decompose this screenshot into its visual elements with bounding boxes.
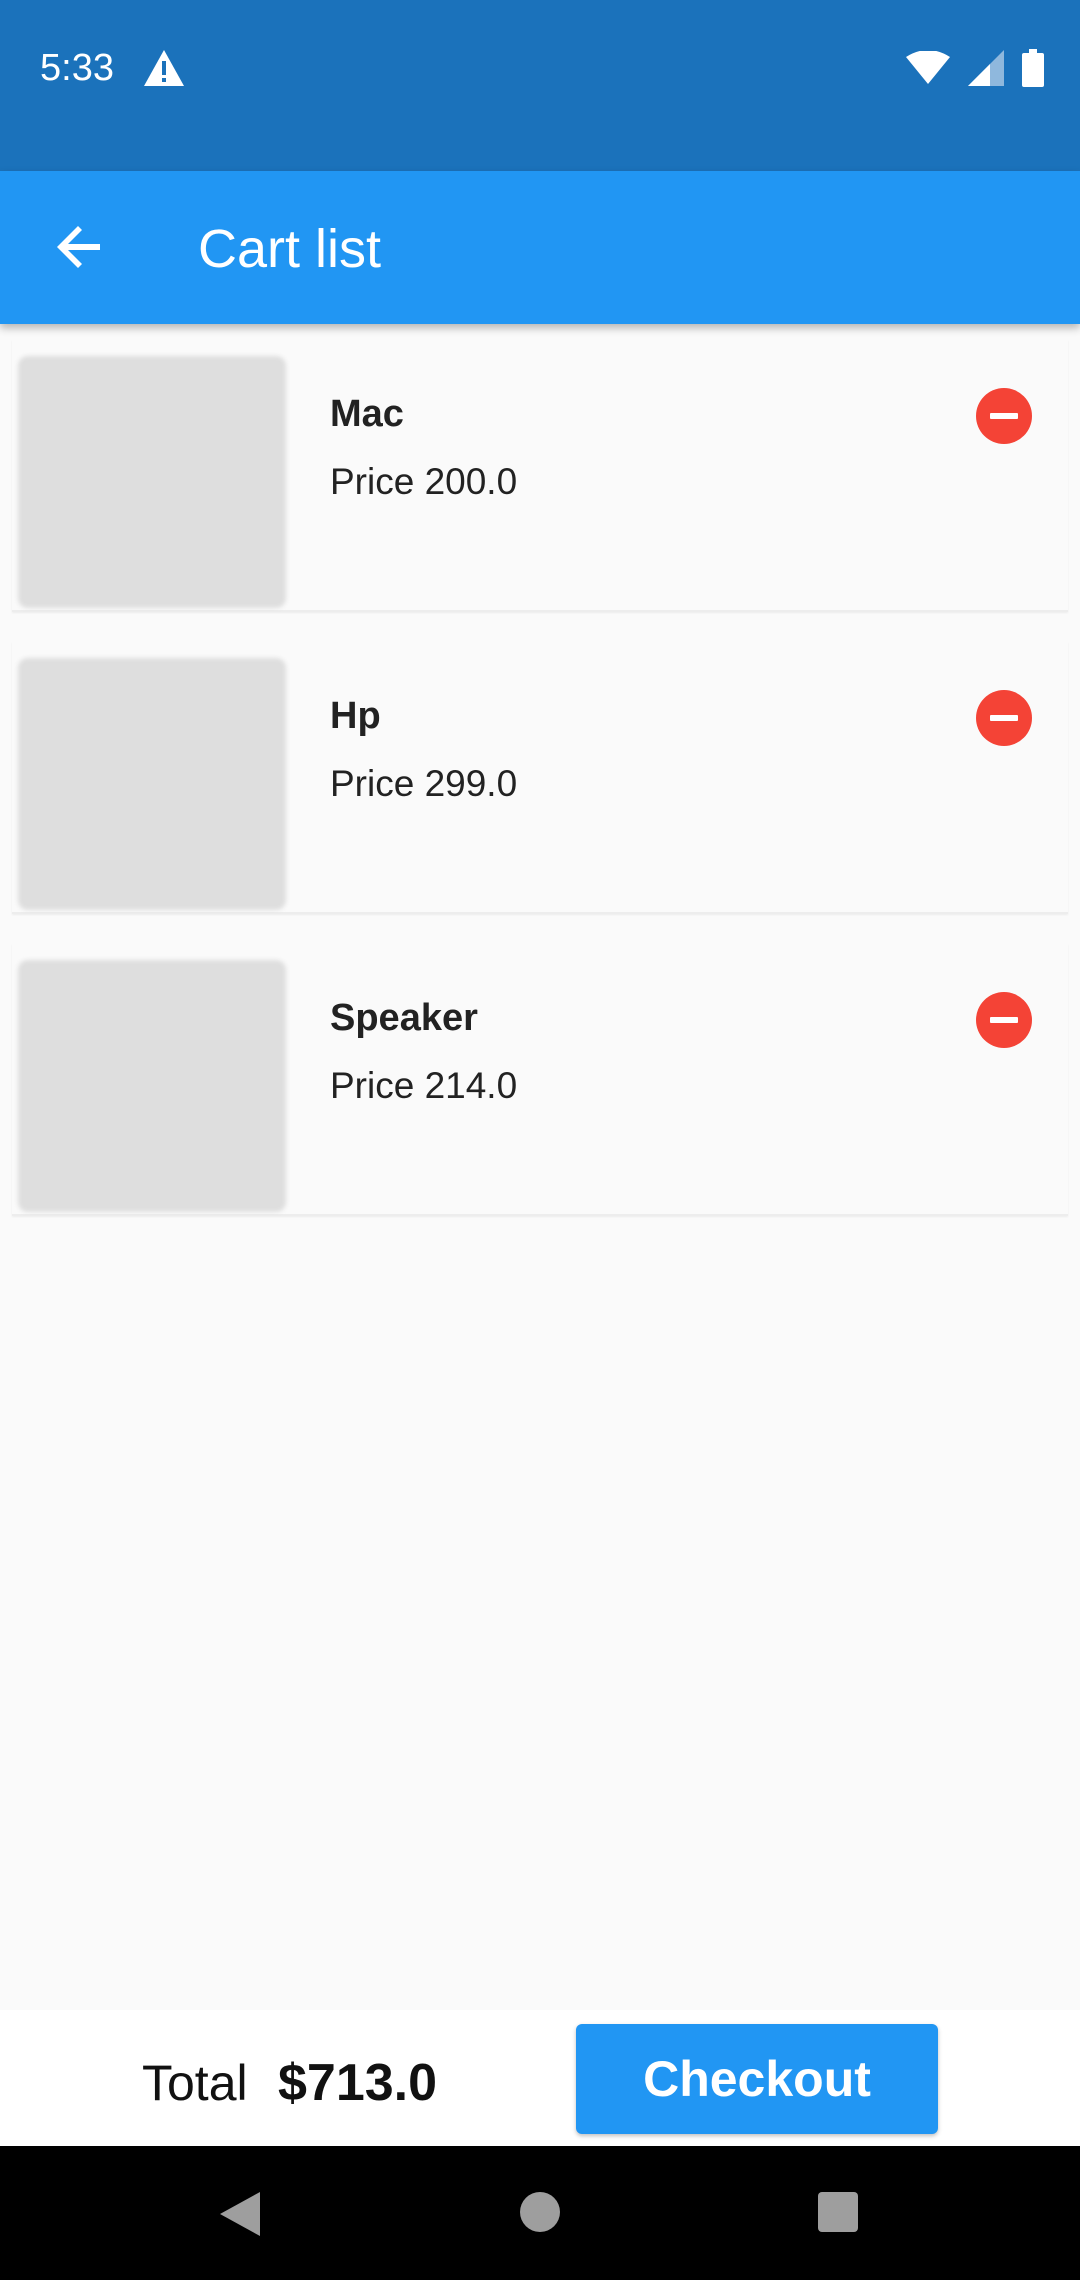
remove-item-button[interactable]: [976, 388, 1032, 444]
cart-item: Speaker Price 214.0: [12, 944, 1068, 1216]
nav-home-icon[interactable]: [520, 2192, 560, 2232]
item-price: Price 200.0: [330, 461, 518, 502]
product-image: [18, 658, 286, 910]
nav-back-icon[interactable]: [218, 2190, 262, 2238]
arrow-back-icon: [57, 226, 100, 268]
item-price: Price 214.0: [330, 1065, 518, 1106]
remove-circle-icon: [990, 1017, 1018, 1023]
checkout-bar: Total $713.0 Checkout: [0, 2010, 1080, 2146]
system-nav-bar: [0, 2146, 1080, 2280]
total-label: Total: [142, 2055, 248, 2111]
cart-screen: 5:33 Cart list Mac Price 200.0 Hp Price …: [0, 0, 1080, 2280]
wifi-icon: [906, 51, 950, 84]
back-button[interactable]: [36, 203, 124, 291]
signal-icon: [968, 50, 1004, 86]
product-image: [18, 356, 286, 608]
status-bar: 5:33: [0, 0, 1080, 171]
warning-icon: [144, 50, 184, 86]
remove-circle-icon: [990, 413, 1018, 419]
nav-recents-icon[interactable]: [818, 2192, 858, 2232]
item-name: Speaker: [330, 997, 478, 1039]
total-value: $713.0: [278, 2054, 438, 2112]
remove-item-button[interactable]: [976, 992, 1032, 1048]
page-title: Cart list: [198, 219, 382, 279]
cart-item: Hp Price 299.0: [12, 642, 1068, 914]
item-name: Mac: [330, 393, 404, 435]
cart-item: Mac Price 200.0: [12, 340, 1068, 612]
product-image: [18, 960, 286, 1212]
app-bar: Cart list: [0, 171, 1080, 324]
remove-circle-icon: [990, 715, 1018, 721]
item-name: Hp: [330, 695, 381, 737]
item-price: Price 299.0: [330, 763, 518, 804]
status-time: 5:33: [40, 47, 114, 89]
battery-icon: [1022, 49, 1044, 87]
checkout-button[interactable]: Checkout: [576, 2024, 938, 2134]
remove-item-button[interactable]: [976, 690, 1032, 746]
status-icons: [906, 48, 1044, 88]
